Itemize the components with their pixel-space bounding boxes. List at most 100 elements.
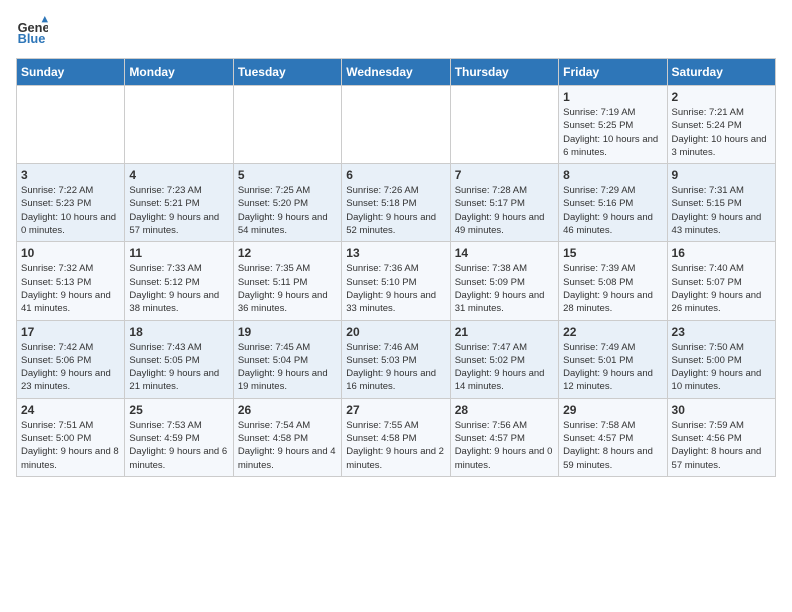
calendar-cell: 3Sunrise: 7:22 AM Sunset: 5:23 PM Daylig… bbox=[17, 164, 125, 242]
day-info: Sunrise: 7:55 AM Sunset: 4:58 PM Dayligh… bbox=[346, 419, 445, 472]
day-info: Sunrise: 7:40 AM Sunset: 5:07 PM Dayligh… bbox=[672, 262, 771, 315]
day-number: 23 bbox=[672, 325, 771, 339]
calendar-week-row: 3Sunrise: 7:22 AM Sunset: 5:23 PM Daylig… bbox=[17, 164, 776, 242]
calendar-cell: 15Sunrise: 7:39 AM Sunset: 5:08 PM Dayli… bbox=[559, 242, 667, 320]
weekday-header-wednesday: Wednesday bbox=[342, 59, 450, 86]
weekday-header-row: SundayMondayTuesdayWednesdayThursdayFrid… bbox=[17, 59, 776, 86]
calendar-cell: 28 Sunrise: 7:56 AM Sunset: 4:57 PM Dayli… bbox=[450, 398, 558, 476]
day-number: 9 bbox=[672, 168, 771, 182]
day-number: 12 bbox=[238, 246, 337, 260]
day-info: Sunrise: 7:56 AM Sunset: 4:57 PM Dayligh… bbox=[455, 419, 554, 472]
day-number: 22 bbox=[563, 325, 662, 339]
day-info: Sunrise: 7:49 AM Sunset: 5:01 PM Dayligh… bbox=[563, 341, 662, 394]
day-number: 4 bbox=[129, 168, 228, 182]
day-info: Sunrise: 7:53 AM Sunset: 4:59 PM Dayligh… bbox=[129, 419, 228, 472]
day-number: 26 bbox=[238, 403, 337, 417]
day-number: 6 bbox=[346, 168, 445, 182]
day-info: Sunrise: 7:36 AM Sunset: 5:10 PM Dayligh… bbox=[346, 262, 445, 315]
calendar-cell: 24Sunrise: 7:51 AM Sunset: 5:00 PM Dayli… bbox=[17, 398, 125, 476]
calendar-cell: 7Sunrise: 7:28 AM Sunset: 5:17 PM Daylig… bbox=[450, 164, 558, 242]
day-number: 19 bbox=[238, 325, 337, 339]
day-number: 28 bbox=[455, 403, 554, 417]
calendar-cell: 5Sunrise: 7:25 AM Sunset: 5:20 PM Daylig… bbox=[233, 164, 341, 242]
calendar-cell: 18 Sunrise: 7:43 AM Sunset: 5:05 PM Dayli… bbox=[125, 320, 233, 398]
day-info: Sunrise: 7:54 AM Sunset: 4:58 PM Dayligh… bbox=[238, 419, 337, 472]
calendar-cell: 9 Sunrise: 7:31 AM Sunset: 5:15 PM Daylig… bbox=[667, 164, 775, 242]
weekday-header-sunday: Sunday bbox=[17, 59, 125, 86]
day-info: Sunrise: 7:19 AM Sunset: 5:25 PM Dayligh… bbox=[563, 106, 662, 159]
day-number: 10 bbox=[21, 246, 120, 260]
calendar-cell bbox=[342, 86, 450, 164]
logo: General Blue bbox=[16, 16, 52, 48]
calendar-cell: 16 Sunrise: 7:40 AM Sunset: 5:07 PM Dayli… bbox=[667, 242, 775, 320]
calendar-cell: 2 Sunrise: 7:21 AM Sunset: 5:24 PM Daylig… bbox=[667, 86, 775, 164]
weekday-header-tuesday: Tuesday bbox=[233, 59, 341, 86]
day-info: Sunrise: 7:42 AM Sunset: 5:06 PM Dayligh… bbox=[21, 341, 120, 394]
day-number: 13 bbox=[346, 246, 445, 260]
logo-icon: General Blue bbox=[16, 16, 48, 48]
calendar-cell: 22 Sunrise: 7:49 AM Sunset: 5:01 PM Dayli… bbox=[559, 320, 667, 398]
day-info: Sunrise: 7:38 AM Sunset: 5:09 PM Dayligh… bbox=[455, 262, 554, 315]
weekday-header-saturday: Saturday bbox=[667, 59, 775, 86]
day-info: Sunrise: 7:46 AM Sunset: 5:03 PM Dayligh… bbox=[346, 341, 445, 394]
calendar-cell: 19 Sunrise: 7:45 AM Sunset: 5:04 PM Dayli… bbox=[233, 320, 341, 398]
day-info: Sunrise: 7:29 AM Sunset: 5:16 PM Dayligh… bbox=[563, 184, 662, 237]
calendar-cell: 21Sunrise: 7:47 AM Sunset: 5:02 PM Dayli… bbox=[450, 320, 558, 398]
weekday-header-thursday: Thursday bbox=[450, 59, 558, 86]
calendar-cell bbox=[450, 86, 558, 164]
day-number: 16 bbox=[672, 246, 771, 260]
svg-text:Blue: Blue bbox=[18, 31, 46, 46]
day-info: Sunrise: 7:32 AM Sunset: 5:13 PM Dayligh… bbox=[21, 262, 120, 315]
day-number: 2 bbox=[672, 90, 771, 104]
calendar-cell: 17 Sunrise: 7:42 AM Sunset: 5:06 PM Dayli… bbox=[17, 320, 125, 398]
day-info: Sunrise: 7:45 AM Sunset: 5:04 PM Dayligh… bbox=[238, 341, 337, 394]
day-info: Sunrise: 7:50 AM Sunset: 5:00 PM Dayligh… bbox=[672, 341, 771, 394]
calendar-cell bbox=[125, 86, 233, 164]
calendar-cell: 29 Sunrise: 7:58 AM Sunset: 4:57 PM Dayli… bbox=[559, 398, 667, 476]
calendar-cell: 14 Sunrise: 7:38 AM Sunset: 5:09 PM Dayli… bbox=[450, 242, 558, 320]
day-number: 21 bbox=[455, 325, 554, 339]
calendar-cell: 6 Sunrise: 7:26 AM Sunset: 5:18 PM Daylig… bbox=[342, 164, 450, 242]
calendar-week-row: 17 Sunrise: 7:42 AM Sunset: 5:06 PM Dayli… bbox=[17, 320, 776, 398]
calendar-cell: 4 Sunrise: 7:23 AM Sunset: 5:21 PM Daylig… bbox=[125, 164, 233, 242]
day-info: Sunrise: 7:22 AM Sunset: 5:23 PM Dayligh… bbox=[21, 184, 120, 237]
day-info: Sunrise: 7:33 AM Sunset: 5:12 PM Dayligh… bbox=[129, 262, 228, 315]
calendar-cell: 10 Sunrise: 7:32 AM Sunset: 5:13 PM Dayli… bbox=[17, 242, 125, 320]
calendar-cell: 27 Sunrise: 7:55 AM Sunset: 4:58 PM Dayli… bbox=[342, 398, 450, 476]
calendar-cell: 25 Sunrise: 7:53 AM Sunset: 4:59 PM Dayli… bbox=[125, 398, 233, 476]
day-number: 17 bbox=[21, 325, 120, 339]
day-number: 11 bbox=[129, 246, 228, 260]
day-number: 29 bbox=[563, 403, 662, 417]
day-number: 30 bbox=[672, 403, 771, 417]
calendar-cell: 12 Sunrise: 7:35 AM Sunset: 5:11 PM Dayli… bbox=[233, 242, 341, 320]
day-info: Sunrise: 7:39 AM Sunset: 5:08 PM Dayligh… bbox=[563, 262, 662, 315]
calendar-cell bbox=[17, 86, 125, 164]
day-info: Sunrise: 7:35 AM Sunset: 5:11 PM Dayligh… bbox=[238, 262, 337, 315]
day-info: Sunrise: 7:21 AM Sunset: 5:24 PM Dayligh… bbox=[672, 106, 771, 159]
day-info: Sunrise: 7:59 AM Sunset: 4:56 PM Dayligh… bbox=[672, 419, 771, 472]
day-info: Sunrise: 7:26 AM Sunset: 5:18 PM Dayligh… bbox=[346, 184, 445, 237]
day-info: Sunrise: 7:58 AM Sunset: 4:57 PM Dayligh… bbox=[563, 419, 662, 472]
calendar-cell: 26 Sunrise: 7:54 AM Sunset: 4:58 PM Dayli… bbox=[233, 398, 341, 476]
day-number: 14 bbox=[455, 246, 554, 260]
day-info: Sunrise: 7:43 AM Sunset: 5:05 PM Dayligh… bbox=[129, 341, 228, 394]
day-info: Sunrise: 7:28 AM Sunset: 5:17 PM Dayligh… bbox=[455, 184, 554, 237]
day-info: Sunrise: 7:23 AM Sunset: 5:21 PM Dayligh… bbox=[129, 184, 228, 237]
calendar-week-row: 24Sunrise: 7:51 AM Sunset: 5:00 PM Dayli… bbox=[17, 398, 776, 476]
calendar-cell: 20Sunrise: 7:46 AM Sunset: 5:03 PM Dayli… bbox=[342, 320, 450, 398]
day-number: 25 bbox=[129, 403, 228, 417]
weekday-header-friday: Friday bbox=[559, 59, 667, 86]
page-header: General Blue bbox=[16, 16, 776, 48]
day-number: 18 bbox=[129, 325, 228, 339]
calendar-cell bbox=[233, 86, 341, 164]
day-info: Sunrise: 7:31 AM Sunset: 5:15 PM Dayligh… bbox=[672, 184, 771, 237]
day-number: 1 bbox=[563, 90, 662, 104]
calendar-cell: 8 Sunrise: 7:29 AM Sunset: 5:16 PM Daylig… bbox=[559, 164, 667, 242]
calendar-week-row: 10 Sunrise: 7:32 AM Sunset: 5:13 PM Dayli… bbox=[17, 242, 776, 320]
calendar-cell: 23 Sunrise: 7:50 AM Sunset: 5:00 PM Dayli… bbox=[667, 320, 775, 398]
day-number: 27 bbox=[346, 403, 445, 417]
calendar-cell: 13 Sunrise: 7:36 AM Sunset: 5:10 PM Dayli… bbox=[342, 242, 450, 320]
calendar-cell: 11 Sunrise: 7:33 AM Sunset: 5:12 PM Dayli… bbox=[125, 242, 233, 320]
day-number: 8 bbox=[563, 168, 662, 182]
calendar-week-row: 1 Sunrise: 7:19 AM Sunset: 5:25 PM Daylig… bbox=[17, 86, 776, 164]
